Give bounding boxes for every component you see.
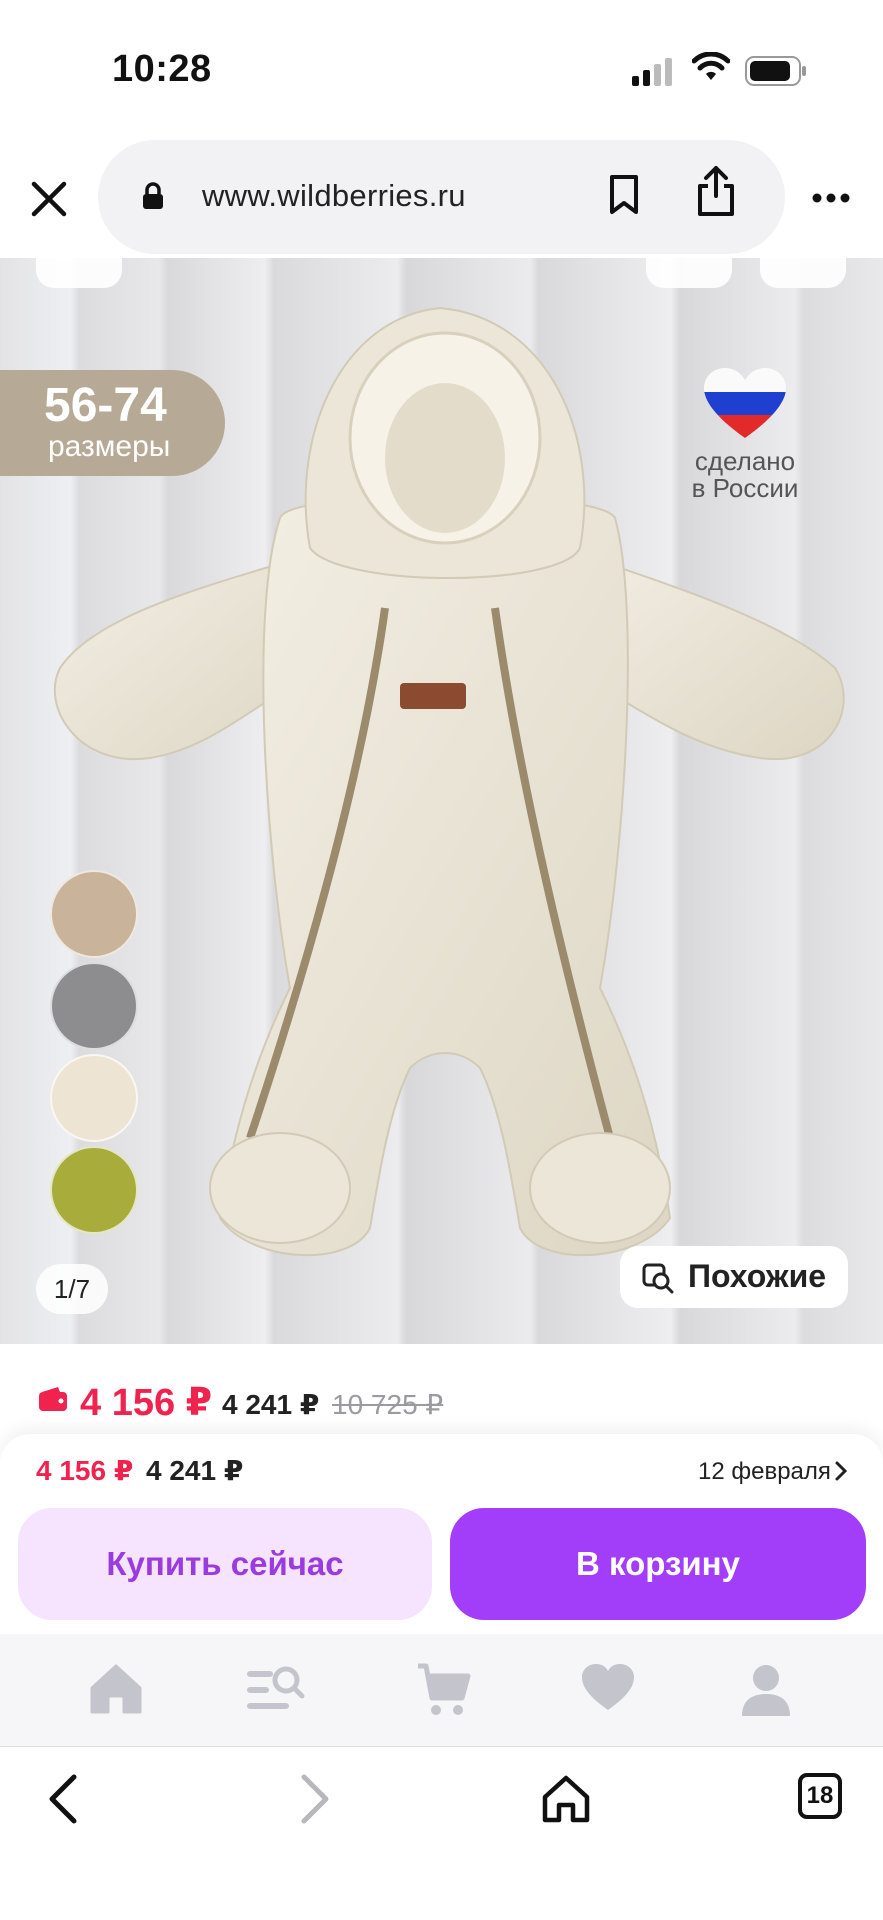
tabs-button[interactable]: 18 xyxy=(798,1773,842,1819)
made-in-russia-badge: сделано в России xyxy=(680,368,810,502)
url-field[interactable]: www.wildberries.ru xyxy=(98,140,785,254)
add-to-cart-button[interactable]: В корзину xyxy=(450,1508,866,1620)
color-swatches xyxy=(50,870,138,1238)
color-swatch-olive[interactable] xyxy=(50,1146,138,1234)
lock-icon xyxy=(143,182,163,209)
more-icon[interactable] xyxy=(812,192,850,204)
share-ghost-button[interactable] xyxy=(760,258,846,288)
browser-toolbar: 18 xyxy=(0,1746,883,1920)
app-tab-bar xyxy=(0,1634,883,1746)
buy-panel-regular-price: 4 241 ₽ xyxy=(146,1455,244,1486)
wallet-price: 4 156 ₽ xyxy=(80,1382,213,1424)
buy-now-button[interactable]: Купить сейчас xyxy=(18,1508,432,1620)
url-text: www.wildberries.ru xyxy=(202,178,466,213)
forward-icon[interactable] xyxy=(296,1773,332,1825)
similar-search-icon xyxy=(642,1263,674,1294)
old-price: 10 725 ₽ xyxy=(332,1389,444,1420)
chevron-right-icon[interactable] xyxy=(834,1460,848,1482)
buy-panel-wallet-price: 4 156 ₽ xyxy=(36,1455,134,1486)
russian-flag-heart-icon xyxy=(704,368,786,438)
size-range-badge: 56-74 размеры xyxy=(0,370,225,476)
wallet-icon xyxy=(39,1387,67,1411)
image-counter: 1/7 xyxy=(36,1264,108,1314)
bookmark-icon[interactable] xyxy=(608,174,640,216)
favorites-icon[interactable] xyxy=(580,1662,636,1712)
browser-home-icon[interactable] xyxy=(540,1773,592,1825)
profile-icon[interactable] xyxy=(738,1662,794,1718)
similar-button[interactable]: Похожие xyxy=(620,1246,848,1308)
size-range: 56-74 xyxy=(44,379,167,432)
size-range-label: размеры xyxy=(48,430,171,463)
signal-icon xyxy=(632,58,672,86)
product-image-gallery[interactable]: 56-74 размеры сделано в России 1/7 Похож… xyxy=(0,258,883,1344)
color-swatch-cream[interactable] xyxy=(50,1054,138,1142)
color-swatch-gray[interactable] xyxy=(50,962,138,1050)
browser-address-bar: www.wildberries.ru xyxy=(0,140,883,258)
clock: 10:28 xyxy=(112,48,212,90)
close-icon[interactable] xyxy=(26,176,72,222)
regular-price: 4 241 ₽ xyxy=(222,1389,320,1420)
color-swatch-beige[interactable] xyxy=(50,870,138,958)
home-icon[interactable] xyxy=(88,1662,144,1716)
battery-icon xyxy=(745,56,806,86)
back-icon[interactable] xyxy=(46,1773,82,1825)
catalog-search-icon[interactable] xyxy=(246,1662,306,1716)
status-bar: 10:28 xyxy=(0,0,883,140)
cart-icon[interactable] xyxy=(416,1662,472,1718)
wifi-icon xyxy=(692,52,730,80)
made-in-line1: сделано xyxy=(694,446,796,476)
buy-panel: 4 156 ₽ 4 241 ₽ 12 февраля Купить сейчас… xyxy=(0,1434,883,1634)
share-icon[interactable] xyxy=(696,164,736,218)
back-ghost-button[interactable] xyxy=(36,258,122,288)
made-in-line2: в России xyxy=(691,473,799,503)
favorite-ghost-button[interactable] xyxy=(646,258,732,288)
delivery-date[interactable]: 12 февраля xyxy=(698,1458,831,1486)
tabs-count: 18 xyxy=(806,1782,834,1809)
similar-label: Похожие xyxy=(688,1258,827,1294)
price-row: 4 156 ₽ 4 241 ₽ 10 725 ₽ xyxy=(0,1344,883,1434)
